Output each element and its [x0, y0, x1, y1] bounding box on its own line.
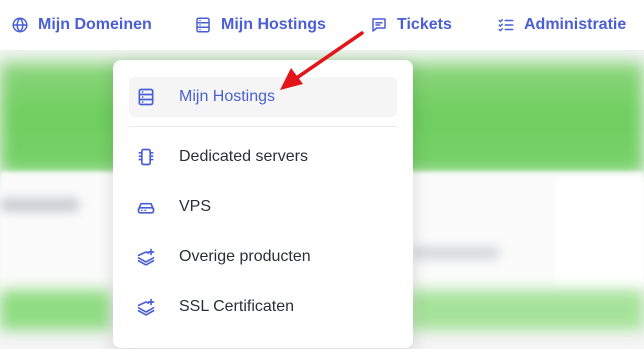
menu-item-label: VPS [179, 198, 212, 215]
background-green-block [0, 290, 110, 330]
nav-label: Mijn Hostings [221, 16, 326, 33]
menu-item-vps[interactable]: VPS [129, 187, 397, 227]
menu-item-mijn-hostings[interactable]: Mijn Hostings [129, 77, 397, 117]
menu-item-label: Overige producten [179, 248, 311, 265]
server-chip-icon [138, 148, 154, 166]
server-icon [138, 88, 154, 106]
background-text [410, 246, 500, 260]
ticket-chat-icon [372, 18, 386, 32]
hard-drive-icon [137, 202, 155, 214]
layers-plus-icon [137, 298, 155, 316]
menu-item-dedicated-servers[interactable]: Dedicated servers [129, 137, 397, 177]
nav-tickets[interactable]: Tickets [370, 13, 452, 37]
nav-label: Administratie [524, 16, 627, 33]
nav-label: Mijn Domeinen [38, 16, 152, 33]
top-navigation: Mijn Domeinen Mijn Hostings Tickets Admi… [0, 0, 644, 50]
nav-administratie[interactable]: Administratie [497, 13, 626, 37]
background-green-block [408, 290, 644, 330]
menu-item-label: Dedicated servers [179, 148, 308, 165]
server-icon [196, 17, 210, 33]
menu-divider [129, 126, 397, 127]
nav-label: Tickets [397, 16, 452, 33]
menu-item-label: Mijn Hostings [179, 88, 276, 105]
hostings-dropdown-menu: Mijn Hostings Dedicated servers VPS Over… [113, 60, 413, 348]
layers-plus-icon [137, 248, 155, 266]
globe-icon [12, 17, 28, 33]
list-check-icon [498, 19, 514, 32]
menu-item-ssl-certificaten[interactable]: SSL Certificaten [129, 287, 397, 327]
menu-item-label: SSL Certificaten [179, 298, 295, 315]
nav-mijn-domeinen[interactable]: Mijn Domeinen [11, 13, 152, 37]
menu-item-overige-producten[interactable]: Overige producten [129, 237, 397, 277]
background-text [0, 198, 80, 212]
nav-mijn-hostings[interactable]: Mijn Hostings [194, 13, 326, 37]
background-panel [555, 178, 644, 288]
